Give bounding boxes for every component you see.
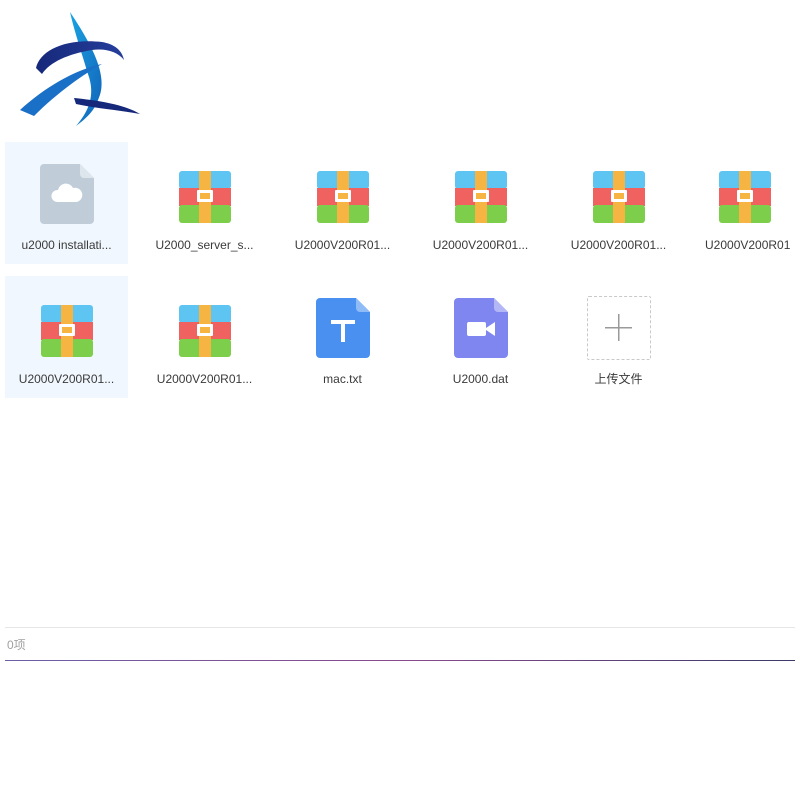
file-name: U2000_server_s... — [155, 238, 254, 252]
archive-icon — [40, 298, 94, 358]
archive-icon — [178, 164, 232, 224]
upload-tile[interactable]: 上传文件 — [557, 276, 680, 398]
archive-icon — [178, 298, 232, 358]
file-tile[interactable]: U2000V200R01... — [143, 276, 266, 398]
file-name: u2000 installati... — [21, 238, 112, 252]
file-row: u2000 installati... U2000_server_s... U2… — [5, 142, 800, 264]
file-tile[interactable]: U2000.dat — [419, 276, 542, 398]
archive-icon — [592, 164, 646, 224]
file-name: U2000V200R01... — [570, 238, 667, 252]
archive-icon — [316, 164, 370, 224]
file-grid: u2000 installati... U2000_server_s... U2… — [5, 142, 800, 410]
cloud-file-icon — [39, 164, 94, 224]
upload-label: 上传文件 — [594, 372, 643, 386]
plus-icon — [604, 314, 632, 341]
progress-line — [5, 660, 795, 661]
file-tile[interactable]: U2000V200R01... — [281, 142, 404, 264]
file-name: U2000.dat — [452, 372, 509, 386]
archive-icon — [454, 164, 508, 224]
logo-icon — [14, 8, 144, 132]
file-name: U2000V200R01... — [18, 372, 115, 386]
upload-button[interactable] — [586, 296, 651, 360]
file-name: U2000V200R01... — [294, 238, 391, 252]
text-file-icon — [315, 298, 370, 358]
file-name: mac.txt — [323, 372, 362, 386]
file-tile[interactable]: mac.txt — [281, 276, 404, 398]
file-browser: u2000 installati... U2000_server_s... U2… — [0, 0, 800, 800]
video-file-icon — [453, 298, 508, 358]
archive-icon — [718, 164, 772, 224]
file-name: U2000V200R01... — [156, 372, 253, 386]
file-name: U2000V200R01... — [432, 238, 529, 252]
file-tile[interactable]: U2000V200R01... — [419, 142, 542, 264]
divider — [5, 627, 795, 628]
file-tile[interactable]: U2000V200R01... — [5, 276, 128, 398]
file-tile[interactable]: U2000V200R01... — [557, 142, 680, 264]
file-tile[interactable]: U2000V200R01 — [695, 142, 795, 264]
file-row: U2000V200R01... U2000V200R01... mac.txt … — [5, 276, 800, 398]
item-count: 0项 — [7, 638, 26, 652]
file-tile[interactable]: u2000 installati... — [5, 142, 128, 264]
file-tile[interactable]: U2000_server_s... — [143, 142, 266, 264]
file-name: U2000V200R01 — [705, 238, 791, 252]
